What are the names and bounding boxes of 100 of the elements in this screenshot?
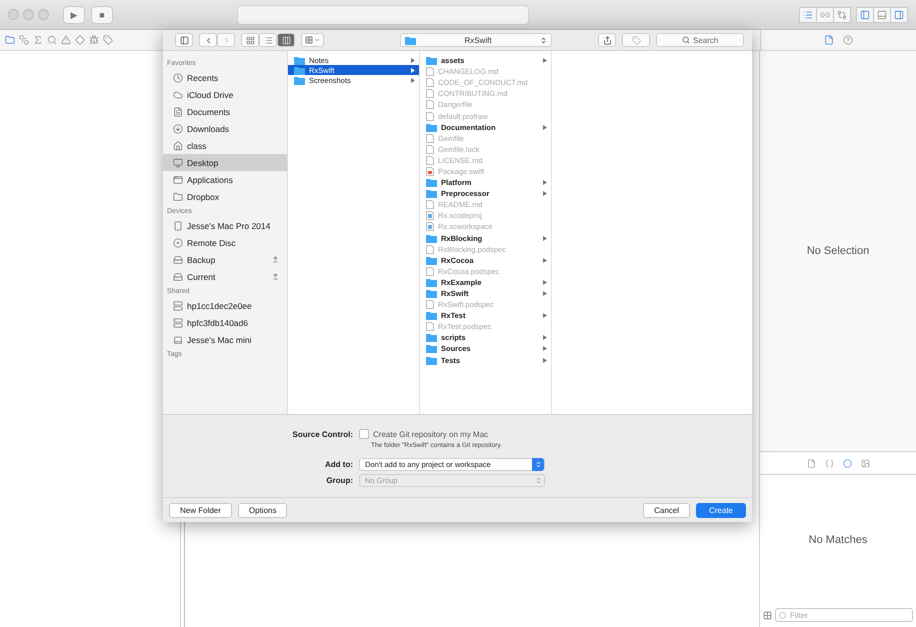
run-button[interactable]: ▶ <box>63 6 85 24</box>
list-icon <box>264 36 272 44</box>
folder-icon <box>426 122 437 132</box>
standard-editor-button[interactable] <box>799 6 817 22</box>
folder-icon <box>426 278 437 287</box>
debug-navigator-tab[interactable] <box>89 35 99 45</box>
drive-icon <box>173 254 183 264</box>
document-icon <box>426 322 434 332</box>
disclosure-arrow-icon <box>543 291 547 296</box>
sidebar-item[interactable]: Jesse's Mac Pro 2014 <box>163 217 287 234</box>
checkbox[interactable] <box>359 429 369 439</box>
issue-navigator-tab[interactable] <box>61 35 71 45</box>
file-inspector-tab[interactable] <box>824 35 834 45</box>
applications-icon <box>173 174 183 184</box>
folder-icon <box>426 344 437 354</box>
sidebar-item[interactable]: Jesse's Mac mini <box>163 331 287 348</box>
sidebar-item[interactable]: class <box>163 137 287 154</box>
symbol-navigator-tab[interactable] <box>33 35 43 45</box>
grid-view-icon[interactable] <box>763 610 772 620</box>
folder-navigator-tab[interactable] <box>5 35 15 45</box>
search-field[interactable]: Search <box>656 33 744 47</box>
sidebar-item[interactable]: Backup <box>163 251 287 268</box>
sidebar-toggle-button[interactable] <box>175 33 193 47</box>
grid-icon <box>305 36 313 44</box>
file-icon <box>806 458 816 468</box>
eject-icon[interactable] <box>272 273 279 280</box>
tag-button[interactable] <box>622 33 650 47</box>
left-panel-toggle[interactable] <box>856 6 874 22</box>
sidebar-item[interactable]: Current <box>163 268 287 285</box>
dialog-button[interactable]: New Folder <box>169 502 232 518</box>
dialog-button[interactable]: Create <box>696 502 746 518</box>
sidebar-item[interactable]: Downloads <box>163 120 287 137</box>
disclosure-arrow-icon <box>543 236 547 241</box>
back-button[interactable] <box>199 33 217 47</box>
disclosure-arrow-icon <box>543 124 547 130</box>
assistant-editor-button[interactable] <box>816 6 834 22</box>
stop-button[interactable]: ■ <box>91 6 113 24</box>
recents-icon <box>173 72 183 82</box>
sidebar-item[interactable]: Remote Disc <box>163 234 287 251</box>
home-icon <box>173 140 183 150</box>
disclosure-arrow-icon <box>543 313 547 318</box>
code-library-tab[interactable] <box>824 458 834 468</box>
tag-icon <box>632 36 640 44</box>
eject-icon[interactable] <box>272 256 279 263</box>
icons-view-button[interactable] <box>241 33 259 47</box>
arrange-menu-button[interactable] <box>301 33 324 47</box>
up-down-arrows-icon <box>532 458 544 471</box>
folder-icon <box>173 192 183 202</box>
right-panel-toggle[interactable] <box>890 6 908 22</box>
code-icon <box>824 458 834 468</box>
folder-icon <box>426 178 437 188</box>
document-icon <box>426 244 434 254</box>
swift-file-icon <box>426 166 434 176</box>
find-navigator-tab[interactable] <box>47 35 57 45</box>
sidebar-item[interactable]: Dropbox <box>163 188 287 205</box>
sidebar-item[interactable]: Documents <box>163 103 287 120</box>
columns-view-button[interactable] <box>277 33 295 47</box>
field-label: Source Control: <box>292 430 353 438</box>
empty-state-text: No Matches <box>808 534 868 546</box>
media-icon <box>860 458 870 468</box>
sidebar-item[interactable]: hpfc3fdb140ad6 <box>163 314 287 331</box>
path-popup[interactable]: RxSwift <box>400 33 552 47</box>
up-down-arrows-icon <box>540 36 547 44</box>
downloads-icon <box>173 124 183 134</box>
share-button[interactable] <box>598 33 616 47</box>
disc-icon <box>173 238 183 248</box>
folder-icon <box>426 234 437 243</box>
cloud-icon <box>173 90 183 100</box>
file-icon <box>824 35 834 45</box>
folder-icon <box>426 333 437 342</box>
filter-field[interactable]: Filter <box>775 608 913 622</box>
sidebar-item[interactable]: Desktop <box>163 154 287 171</box>
checkbox-label: Create Git repository on my Mac <box>373 430 488 438</box>
folder-icon <box>426 311 437 320</box>
help-inspector-tab[interactable] <box>843 35 853 45</box>
folder-icon <box>426 256 437 265</box>
bottom-panel-toggle[interactable] <box>873 6 891 22</box>
sidebar-item[interactable]: Applications <box>163 171 287 188</box>
dialog-button[interactable]: Cancel <box>643 502 690 518</box>
document-icon <box>426 300 434 310</box>
symbol-icon <box>33 35 43 45</box>
disclosure-arrow-icon <box>543 258 547 263</box>
folder-icon <box>5 35 15 45</box>
field-label: Add to: <box>324 460 353 469</box>
file-library-tab[interactable] <box>806 458 816 468</box>
version-editor-button[interactable] <box>833 6 851 22</box>
media-library-tab[interactable] <box>860 458 870 468</box>
help-icon <box>843 35 853 45</box>
folder-icon <box>426 189 437 198</box>
sidebar-item[interactable]: hp1cc1dec2e0ee <box>163 297 287 314</box>
issue-icon <box>61 35 71 45</box>
document-icon <box>426 211 434 220</box>
find-icon <box>47 35 57 45</box>
search-icon <box>682 36 690 44</box>
share-icon <box>602 36 612 44</box>
document-icon <box>426 222 434 232</box>
sidebar-item[interactable]: Recents <box>163 69 287 86</box>
dialog-button[interactable]: Options <box>238 502 288 518</box>
sidebar-item[interactable]: iCloud Drive <box>163 86 287 103</box>
folder-icon <box>426 356 437 365</box>
